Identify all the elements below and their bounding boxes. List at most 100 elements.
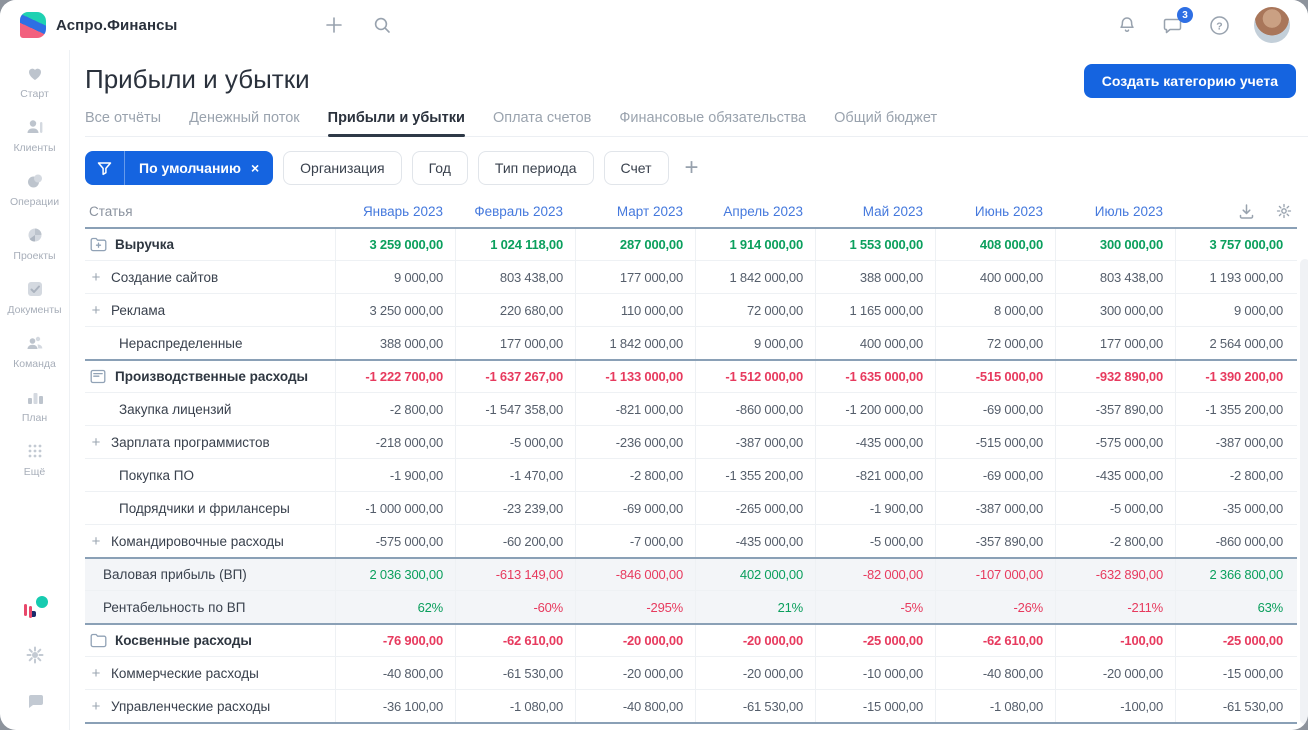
expand-plus-icon[interactable]: + [89,434,103,451]
app-window: Аспро.Финансы 3 ? Старт Клиенты Операции… [0,0,1308,730]
vertical-scrollbar[interactable] [1300,259,1308,724]
row-label[interactable]: + Коммерческие расходы [85,657,335,689]
column-header-month[interactable]: Январь 2023 [335,195,455,227]
cell-value: -69 000,00 [935,393,1055,425]
download-icon[interactable] [1235,200,1257,222]
row-label[interactable]: + Реклама [85,294,335,326]
row-label[interactable]: Нераспределенные [85,327,335,359]
filter-pill-period-type[interactable]: Тип периода [477,151,594,185]
cell-value: -5 000,00 [455,426,575,458]
row-label-text: Управленческие расходы [111,698,271,714]
row-label[interactable]: Покупка ПО [85,459,335,491]
cell-value: -435 000,00 [815,426,935,458]
active-filter-chip[interactable]: По умолчанию × [85,151,274,185]
row-label-text: Производственные расходы [115,369,309,384]
row-label[interactable]: + Командировочные расходы [85,525,335,557]
help-icon[interactable]: ? [1208,14,1230,36]
cell-value: -860 000,00 [695,393,815,425]
folder-plus-icon[interactable] [89,237,107,252]
sidebar-item-start[interactable]: Старт [3,62,67,100]
tab-profit-loss[interactable]: Прибыли и убытки [327,110,466,137]
add-filter-icon[interactable]: + [685,156,699,180]
column-header-month[interactable]: Июнь 2023 [935,195,1055,227]
create-category-button[interactable]: Создать категорию учета [1083,64,1296,98]
tab-all-reports[interactable]: Все отчёты [85,110,161,136]
cell-value: -387 000,00 [1175,426,1295,458]
cell-value: -357 890,00 [1055,393,1175,425]
expand-plus-icon[interactable]: + [89,698,103,715]
row-label[interactable]: Производственные расходы [85,361,335,392]
cell-value: -69 000,00 [575,492,695,524]
column-header-month[interactable]: Июль 2023 [1055,195,1175,227]
expand-plus-icon[interactable]: + [89,533,103,550]
cell-value: -15 000,00 [1175,657,1295,689]
row-label[interactable]: Выручка [85,229,335,260]
cell-value: 1 914 000,00 [695,229,815,260]
filter-bar: По умолчанию × Организация Год Тип перио… [85,151,1308,185]
unread-count-badge: 3 [1177,7,1193,23]
tab-general-budget[interactable]: Общий бюджет [834,110,937,136]
avatar[interactable] [1254,7,1290,43]
search-icon[interactable] [371,14,393,36]
cell-value: 9 000,00 [695,327,815,359]
table-settings-gear-icon[interactable] [1273,200,1295,222]
expand-plus-icon[interactable]: + [89,665,103,682]
active-filter-label: По умолчанию [139,160,241,176]
sidebar-item-documents[interactable]: Документы [3,278,67,316]
messages-button[interactable]: 3 [1162,7,1193,36]
row-label[interactable]: Косвенные расходы [85,625,335,656]
row-label[interactable]: Рентабельность по ВП [85,591,335,623]
brand[interactable]: Аспро.Финансы [20,12,177,38]
row-label[interactable]: Подрядчики и фрилансеры [85,492,335,524]
table-row: + Командировочные расходы -575 000,00 -60 2… [85,524,1297,557]
cell-value: 3 250 000,00 [335,294,455,326]
cell-value: -35 000,00 [1175,492,1295,524]
sidebar-item-clients[interactable]: Клиенты [3,116,67,154]
tab-bill-payment[interactable]: Оплата счетов [493,110,591,136]
filter-pill-organization[interactable]: Организация [283,151,402,185]
cell-value: -69 000,00 [935,459,1055,491]
cell-value: -357 890,00 [935,525,1055,557]
create-plus-icon[interactable] [323,14,345,36]
cell-value: -846 000,00 [575,559,695,590]
row-label[interactable]: Закупка лицензий [85,393,335,425]
filter-remove-icon[interactable]: × [249,160,273,176]
sidebar-item-plan[interactable]: План [3,386,67,424]
filter-pill-account[interactable]: Счет [603,151,669,185]
column-header-month[interactable]: Март 2023 [575,195,695,227]
cell-value: -5 000,00 [815,525,935,557]
folder-icon[interactable] [89,633,107,648]
filter-pill-year[interactable]: Год [411,151,468,185]
sidebar-item-operations[interactable]: Операции [3,170,67,208]
product-logo-icon[interactable] [22,596,48,620]
cell-value: -15 000,00 [815,690,935,722]
support-chat-icon[interactable] [24,690,46,712]
sidebar-item-more[interactable]: Ещё [3,440,67,478]
row-label[interactable]: + Создание сайтов [85,261,335,293]
cell-value: -1 635 000,00 [815,361,935,392]
report-tabs: Все отчёты Денежный поток Прибыли и убыт… [85,110,1308,137]
notifications-bell-icon[interactable] [1116,14,1138,36]
sidebar-item-team[interactable]: Команда [3,332,67,370]
tab-cash-flow[interactable]: Денежный поток [189,110,300,136]
settings-gear-icon[interactable] [24,644,46,666]
expand-plus-icon[interactable]: + [89,269,103,286]
cell-value: 388 000,00 [815,261,935,293]
sidebar-item-projects[interactable]: Проекты [3,224,67,262]
cell-value: -435 000,00 [695,525,815,557]
column-header-month[interactable]: Май 2023 [815,195,935,227]
column-header-month[interactable]: Февраль 2023 [455,195,575,227]
column-header-month[interactable]: Апрель 2023 [695,195,815,227]
row-label[interactable]: + Зарплата программистов [85,426,335,458]
card-lines-icon[interactable] [89,369,107,384]
cell-value: -575 000,00 [335,525,455,557]
cell-value: 2 036 300,00 [335,559,455,590]
cell-value: 400 000,00 [815,327,935,359]
page-title: Прибыли и убытки [85,64,310,94]
row-label[interactable]: + Управленческие расходы [85,690,335,722]
row-label[interactable]: Валовая прибыль (ВП) [85,559,335,590]
cell-value: -20 000,00 [575,657,695,689]
cell-value: -25 000,00 [1175,625,1295,656]
expand-plus-icon[interactable]: + [89,302,103,319]
tab-financial-obligations[interactable]: Финансовые обязательства [619,110,806,136]
